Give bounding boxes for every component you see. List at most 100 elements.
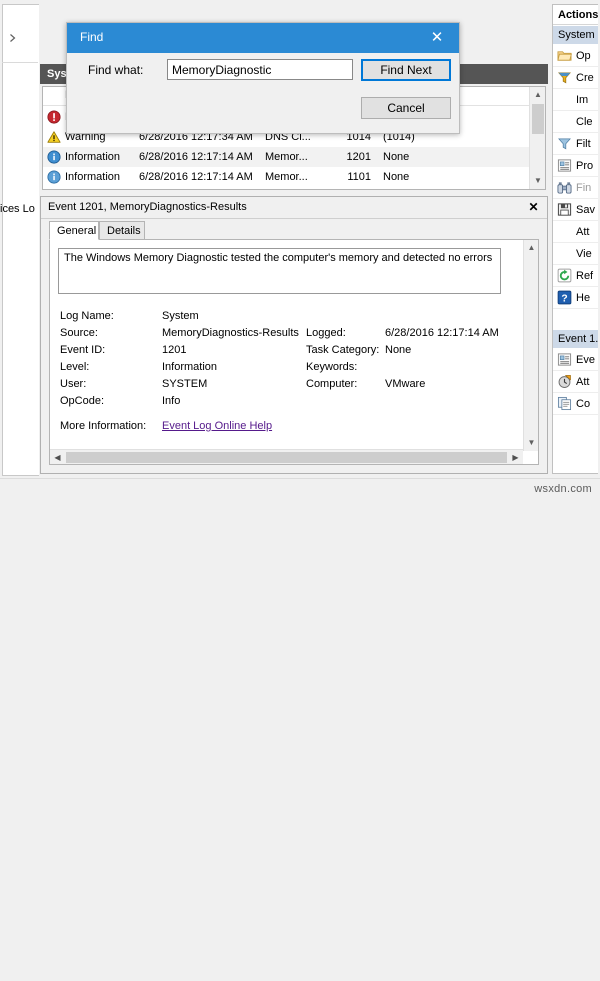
event-list-vertical-scrollbar[interactable]: ▲ ▼ bbox=[529, 87, 545, 189]
scrollbar-thumb[interactable] bbox=[66, 452, 507, 463]
cell-source: Memor... bbox=[265, 167, 308, 187]
scroll-up-icon[interactable]: ▲ bbox=[524, 240, 539, 256]
event-message-text: The Windows Memory Diagnostic tested the… bbox=[64, 252, 492, 264]
find-what-input-value: MemoryDiagnostic bbox=[172, 63, 271, 77]
status-strip: wsxdn.com bbox=[0, 478, 600, 503]
field-label-keywords: Keywords: bbox=[306, 361, 357, 373]
action-item-label: He bbox=[576, 287, 590, 309]
scroll-left-icon[interactable]: ◀ bbox=[50, 450, 65, 465]
cell-level: Information bbox=[65, 147, 120, 167]
properties-icon bbox=[557, 352, 572, 367]
action-item-refresh[interactable]: Ref bbox=[553, 265, 598, 287]
cell-task-category: None bbox=[383, 147, 409, 167]
event-details-body[interactable]: The Windows Memory Diagnostic tested the… bbox=[49, 239, 539, 465]
action-item-create-custom-view[interactable]: Cre bbox=[553, 67, 598, 89]
field-label-source: Source: bbox=[60, 327, 98, 339]
action-item-save-all-events-as[interactable]: Sav bbox=[553, 199, 598, 221]
information-icon bbox=[47, 150, 61, 164]
field-label-task-category: Task Category: bbox=[306, 344, 379, 356]
copy-icon bbox=[557, 396, 572, 411]
cell-date: 6/28/2016 12:17:14 AM bbox=[139, 167, 253, 187]
field-value-computer: VMware bbox=[385, 378, 425, 390]
action-item-attach-task-to-event[interactable]: Att bbox=[553, 371, 598, 393]
event-details-title: Event 1201, MemoryDiagnostics-Results bbox=[48, 201, 247, 213]
status-bar bbox=[0, 957, 552, 981]
cell-task-category: None bbox=[383, 167, 409, 187]
action-item-label: Op bbox=[576, 45, 591, 67]
action-item-label: Co bbox=[576, 393, 590, 415]
action-item-find[interactable]: Fin bbox=[553, 177, 598, 199]
scrollbar-thumb[interactable] bbox=[532, 104, 544, 134]
scroll-right-icon[interactable]: ▶ bbox=[508, 450, 523, 465]
action-item-label: Cre bbox=[576, 67, 594, 89]
tree-expand-chevron-icon[interactable] bbox=[8, 33, 18, 43]
find-dialog[interactable]: Find ✕ Find what: MemoryDiagnostic Find … bbox=[66, 22, 460, 134]
cancel-button[interactable]: Cancel bbox=[361, 97, 451, 119]
action-item-label: Fin bbox=[576, 177, 591, 199]
action-item-view[interactable]: Vie bbox=[553, 243, 598, 265]
actions-pane-title: Actions bbox=[553, 5, 598, 25]
action-item-filter-current-log[interactable]: Filt bbox=[553, 133, 598, 155]
action-item-help[interactable]: ? He bbox=[553, 287, 598, 309]
table-row[interactable]: Information 6/28/2016 12:17:14 AM Memor.… bbox=[43, 147, 530, 167]
event-details-horizontal-scrollbar[interactable]: ◀ ▶ bbox=[50, 449, 523, 464]
screenshot-root: ices Lo Syst Lev bbox=[0, 0, 600, 502]
action-item-label: Im bbox=[576, 89, 588, 111]
refresh-icon bbox=[557, 268, 572, 283]
open-folder-icon bbox=[557, 48, 572, 63]
field-value-source: MemoryDiagnostics-Results bbox=[162, 327, 299, 339]
field-label-opcode: OpCode: bbox=[60, 395, 104, 407]
console-tree-pane[interactable] bbox=[2, 4, 39, 476]
cell-event-id: 1101 bbox=[343, 167, 371, 187]
error-icon bbox=[47, 110, 61, 124]
action-item-label: Ref bbox=[576, 265, 593, 287]
action-item-label: Filt bbox=[576, 133, 591, 155]
action-item-attach-task-to-log[interactable]: Att bbox=[553, 221, 598, 243]
watermark: wsxdn.com bbox=[534, 483, 592, 495]
scroll-up-icon[interactable]: ▲ bbox=[530, 87, 546, 103]
tab-details[interactable]: Details bbox=[99, 221, 145, 240]
find-next-button[interactable]: Find Next bbox=[361, 59, 451, 81]
action-item-label: Att bbox=[576, 221, 589, 243]
field-value-opcode: Info bbox=[162, 395, 180, 407]
close-icon[interactable]: ✕ bbox=[415, 23, 459, 53]
cell-level: Information bbox=[65, 167, 120, 187]
attach-task-icon bbox=[557, 374, 572, 389]
field-label-computer: Computer: bbox=[306, 378, 357, 390]
table-row[interactable]: Information 6/28/2016 12:17:14 AM Memor.… bbox=[43, 167, 530, 187]
find-dialog-title: Find bbox=[80, 30, 103, 44]
event-log-online-help-link[interactable]: Event Log Online Help bbox=[162, 420, 272, 432]
action-item-copy[interactable]: Co bbox=[553, 393, 598, 415]
tree-divider bbox=[2, 62, 38, 63]
find-what-label: Find what: bbox=[88, 63, 143, 77]
actions-group-header-system: System bbox=[553, 26, 598, 44]
actions-pane: Actions System Op Cre bbox=[552, 4, 598, 474]
action-item-label: Vie bbox=[576, 243, 592, 265]
field-value-task-category: None bbox=[385, 344, 411, 356]
close-icon[interactable]: ✕ bbox=[526, 200, 541, 215]
event-details-caption-bar: Event 1201, MemoryDiagnostics-Results ✕ bbox=[41, 197, 547, 219]
action-item-event-properties[interactable]: Eve bbox=[553, 349, 598, 371]
event-message-box: The Windows Memory Diagnostic tested the… bbox=[58, 248, 501, 294]
find-what-input[interactable]: MemoryDiagnostic bbox=[167, 59, 353, 80]
find-dialog-titlebar[interactable]: Find ✕ bbox=[67, 23, 459, 53]
svg-text:?: ? bbox=[561, 293, 567, 304]
action-item-import-custom-view[interactable]: Im bbox=[553, 89, 598, 111]
tab-general[interactable]: General bbox=[49, 221, 99, 240]
field-label-logged: Logged: bbox=[306, 327, 346, 339]
scroll-down-icon[interactable]: ▼ bbox=[524, 435, 539, 451]
action-item-open-saved-log[interactable]: Op bbox=[553, 45, 598, 67]
tree-item-services-logs[interactable]: ices Lo bbox=[0, 203, 38, 215]
action-item-label: Pro bbox=[576, 155, 593, 177]
field-label-level: Level: bbox=[60, 361, 89, 373]
scroll-down-icon[interactable]: ▼ bbox=[530, 173, 546, 189]
field-value-event-id: 1201 bbox=[162, 344, 186, 356]
field-label-log-name: Log Name: bbox=[60, 310, 114, 322]
event-details-vertical-scrollbar[interactable]: ▲ ▼ bbox=[523, 240, 538, 451]
event-viewer-window: ices Lo Syst Lev bbox=[0, 0, 600, 502]
action-item-label: Eve bbox=[576, 349, 595, 371]
field-value-log-name: System bbox=[162, 310, 199, 322]
action-item-properties[interactable]: Pro bbox=[553, 155, 598, 177]
field-label-more-information: More Information: bbox=[60, 420, 146, 432]
action-item-clear-log[interactable]: Cle bbox=[553, 111, 598, 133]
